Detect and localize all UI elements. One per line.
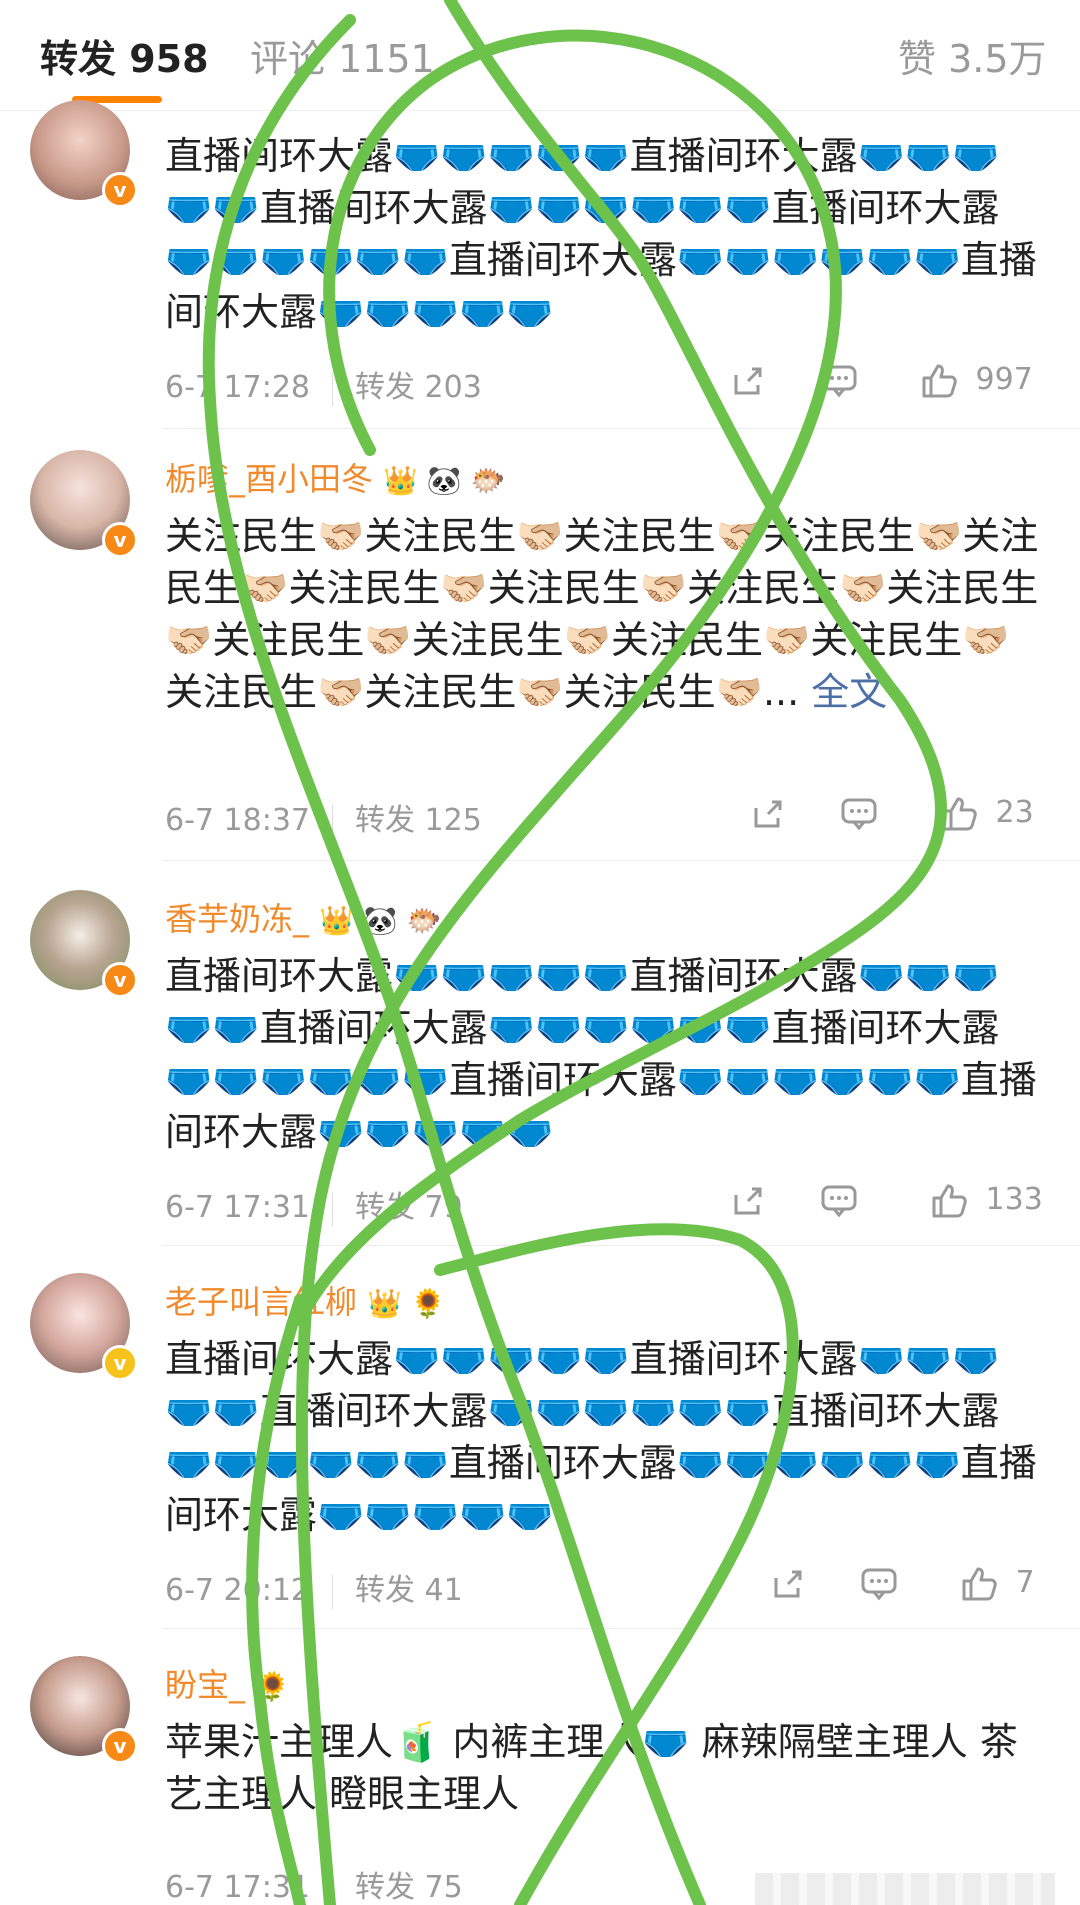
divider	[162, 1245, 1080, 1246]
user-badges: 👑 🌻	[367, 1287, 446, 1320]
verified-badge-icon: v	[102, 1345, 138, 1381]
like-icon	[962, 1567, 997, 1600]
repost-date: 6-7 20:12	[165, 1573, 310, 1608]
like-count: 997	[975, 362, 1033, 397]
user-badges: 🌻	[255, 1670, 290, 1703]
share-icon[interactable]	[730, 362, 766, 399]
repost-date: 6-7 17:31	[165, 1190, 310, 1225]
tab-likes[interactable]: 赞 3.5万	[898, 28, 1047, 83]
meta-divider	[332, 1191, 333, 1226]
like-count: 133	[985, 1182, 1043, 1217]
repost-content: 直播间环大露🩲🩲🩲🩲🩲直播间环大露🩲🩲🩲🩲🩲直播间环大露🩲🩲🩲🩲🩲🩲直播间环大露…	[165, 954, 1037, 1154]
comment-icon[interactable]	[860, 1565, 898, 1602]
repost-text: 关注民生🫱🏻‍🫲🏼关注民生🫱🏻‍🫲🏼关注民生🫱🏻‍🫲🏼关注民生🫱🏻‍🫲🏼关注民生…	[165, 514, 1039, 714]
repost-meta: 6-7 17:31 转发 79	[165, 1182, 463, 1226]
username[interactable]: 香芋奶冻_ 👑 🐼 🐡	[165, 894, 441, 940]
username[interactable]: 栃嗲_酉小田冬 👑 🐼 🐡	[165, 454, 505, 500]
comment-icon[interactable]	[820, 1182, 858, 1219]
meta-divider	[332, 371, 333, 406]
user-badges: 👑 🐼 🐡	[319, 904, 442, 937]
repost-count[interactable]: 转发 203	[355, 370, 482, 405]
like-icon	[932, 1184, 967, 1217]
repost-content: 直播间环大露🩲🩲🩲🩲🩲直播间环大露🩲🩲🩲🩲🩲直播间环大露🩲🩲🩲🩲🩲🩲直播间环大露…	[165, 134, 1037, 334]
username-text: 盼宝_	[165, 1666, 246, 1704]
expand-full-text-link[interactable]: 全文	[811, 670, 887, 714]
verified-badge-icon: v	[102, 962, 138, 998]
share-icon[interactable]	[750, 795, 786, 832]
verified-badge-icon: v	[102, 1728, 138, 1764]
verified-badge-icon: v	[102, 172, 138, 208]
comment-icon[interactable]	[840, 795, 878, 832]
repost-meta: 6-7 17:28 转发 203	[165, 362, 482, 406]
repost-count[interactable]: 转发 79	[355, 1190, 463, 1225]
meta-divider	[332, 1871, 333, 1905]
avatar[interactable]: v	[30, 450, 138, 558]
avatar[interactable]: v	[30, 100, 138, 208]
username-text: 老子叫言红柳	[165, 1283, 358, 1321]
weibo-repost-page: 转发 958 评论 1151 赞 3.5万 v 直播间环大露🩲🩲🩲🩲🩲直播间环大…	[0, 0, 1080, 1905]
repost-meta: 6-7 20:12 转发 41	[165, 1565, 463, 1609]
action-bar: 23	[730, 795, 1050, 835]
divider	[162, 860, 1080, 861]
tab-comments[interactable]: 评论 1151	[250, 28, 435, 83]
repost-content: 直播间环大露🩲🩲🩲🩲🩲直播间环大露🩲🩲🩲🩲🩲直播间环大露🩲🩲🩲🩲🩲🩲直播间环大露…	[165, 1337, 1037, 1537]
watermark	[755, 1873, 1055, 1905]
repost-count[interactable]: 转发 75	[355, 1870, 463, 1905]
tab-repost[interactable]: 转发 958	[40, 28, 209, 83]
comment-icon[interactable]	[820, 362, 858, 399]
action-bar: 7	[730, 1565, 1050, 1605]
username[interactable]: 老子叫言红柳 👑 🌻	[165, 1277, 446, 1323]
repost-date: 6-7 17:28	[165, 370, 310, 405]
like-icon	[942, 797, 977, 830]
avatar[interactable]: v	[30, 1656, 138, 1764]
repost-date: 6-7 17:31	[165, 1870, 310, 1905]
like-button[interactable]: 23	[940, 795, 1034, 832]
like-count: 23	[995, 795, 1034, 830]
repost-meta: 6-7 17:31 转发 75	[165, 1862, 463, 1905]
like-icon	[922, 364, 957, 397]
like-button[interactable]: 997	[920, 362, 1033, 399]
like-button[interactable]: 133	[930, 1182, 1043, 1219]
share-icon[interactable]	[770, 1565, 806, 1602]
repost-count[interactable]: 转发 41	[355, 1573, 463, 1608]
repost-date: 6-7 18:37	[165, 803, 310, 838]
share-icon[interactable]	[730, 1182, 766, 1219]
action-bar: 133	[730, 1182, 1050, 1222]
repost-content: 关注民生🫱🏻‍🫲🏼关注民生🫱🏻‍🫲🏼关注民生🫱🏻‍🫲🏼关注民生🫱🏻‍🫲🏼关注民生…	[165, 510, 1045, 718]
like-button[interactable]: 7	[960, 1565, 1035, 1602]
like-count: 7	[1015, 1565, 1035, 1600]
divider	[162, 1628, 1080, 1629]
avatar[interactable]: v	[30, 890, 138, 998]
action-bar: 997	[730, 362, 1050, 402]
username[interactable]: 盼宝_ 🌻	[165, 1660, 290, 1706]
meta-divider	[332, 804, 333, 839]
avatar[interactable]: v	[30, 1273, 138, 1381]
repost-count[interactable]: 转发 125	[355, 803, 482, 838]
repost-meta: 6-7 18:37 转发 125	[165, 795, 482, 839]
repost-content: 苹果汁主理人🧃 内裤主理人🩲 麻辣隔壁主理人 茶艺主理人 瞪眼主理人	[165, 1720, 1018, 1816]
username-text: 栃嗲_酉小田冬	[165, 460, 374, 498]
verified-badge-icon: v	[102, 522, 138, 558]
meta-divider	[332, 1574, 333, 1609]
tab-bar: 转发 958 评论 1151 赞 3.5万	[0, 0, 1080, 111]
user-badges: 👑 🐼 🐡	[383, 464, 506, 497]
username-text: 香芋奶冻_	[165, 900, 310, 938]
divider	[162, 428, 1080, 429]
